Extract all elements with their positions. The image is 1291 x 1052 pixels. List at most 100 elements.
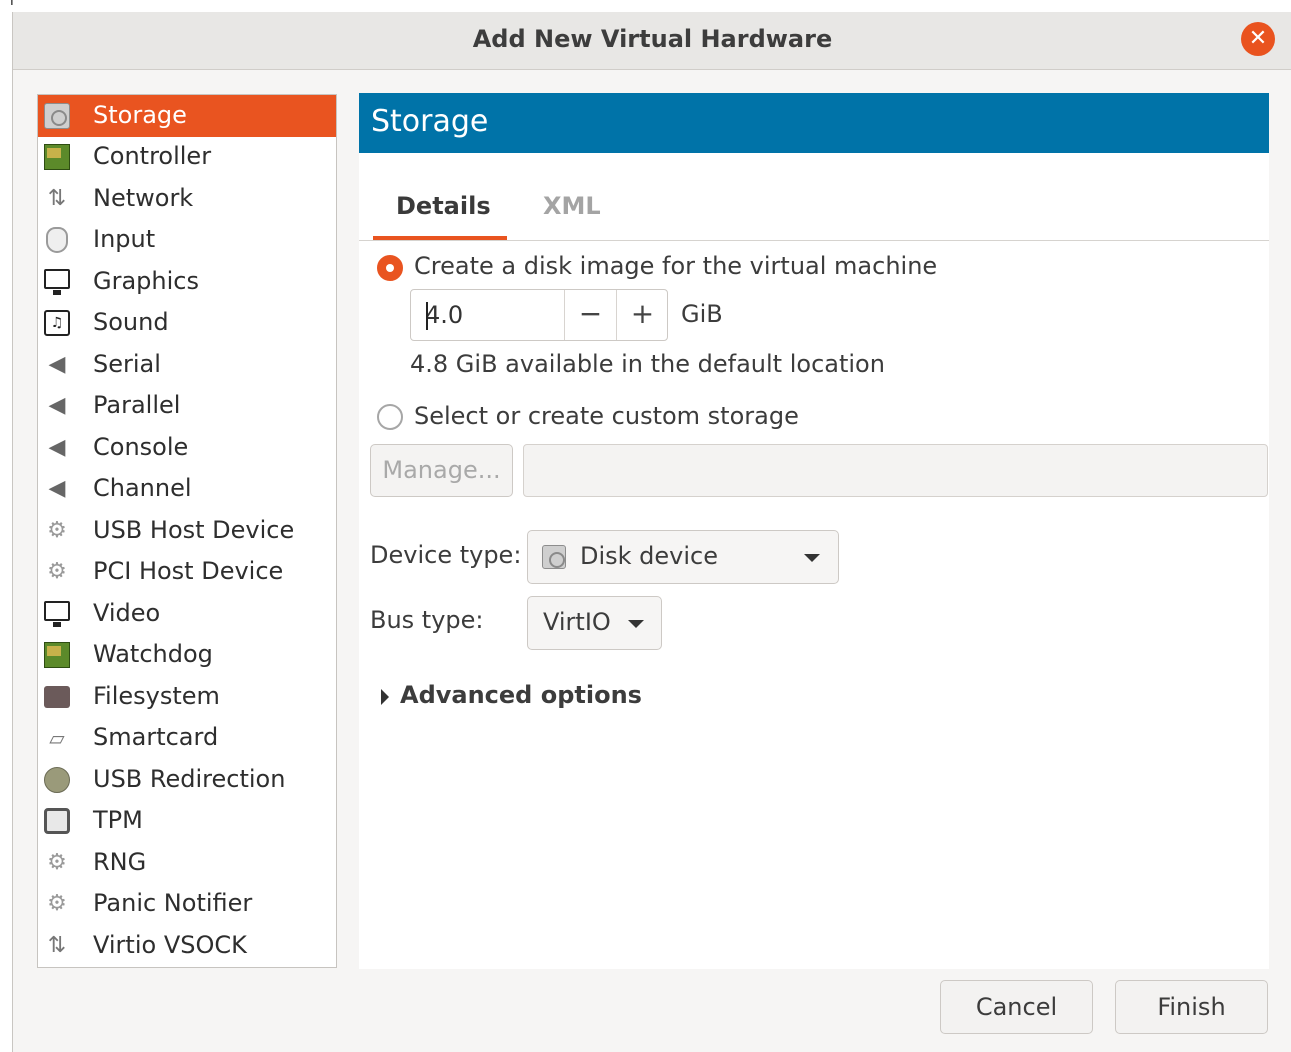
sidebar-item-label: USB Redirection <box>93 765 286 793</box>
device-type-select[interactable]: Disk device <box>527 530 839 584</box>
title-bar: Add New Virtual Hardware ✕ <box>13 12 1291 70</box>
sidebar-item-input[interactable]: Input <box>38 219 336 261</box>
custom-storage-radio[interactable] <box>377 404 403 430</box>
sidebar-item-label: Sound <box>93 308 169 336</box>
sidebar-item-label: TPM <box>93 806 143 834</box>
sidebar-item-graphics[interactable]: Graphics <box>38 261 336 303</box>
sidebar-item-label: Console <box>93 433 189 461</box>
sidebar-item-label: Input <box>93 225 156 253</box>
hard-disk-icon <box>542 545 566 569</box>
monitor-icon <box>44 269 70 295</box>
gears-icon: ⚙ <box>47 891 67 916</box>
network-icon: ⇅ <box>47 933 67 958</box>
sidebar-item-label: Serial <box>93 350 161 378</box>
disk-size-spinner[interactable]: 4.0 − + <box>410 289 668 341</box>
sidebar-item-serial[interactable]: ◀ Serial <box>38 344 336 386</box>
sidebar-item-label: Filesystem <box>93 682 220 710</box>
expander-arrow-icon[interactable] <box>381 689 389 705</box>
sidebar-item-label: Smartcard <box>93 723 219 751</box>
sidebar-item-label: RNG <box>93 848 147 876</box>
hardware-list[interactable]: Storage Controller ⇅ Network Input Graph… <box>37 94 337 968</box>
section-header: Storage <box>359 93 1269 153</box>
storage-path-input[interactable] <box>523 444 1268 497</box>
add-hardware-dialog: Add New Virtual Hardware ✕ Storage Contr… <box>12 12 1291 1052</box>
cancel-button[interactable]: Cancel <box>940 980 1093 1034</box>
sidebar-item-label: Graphics <box>93 267 199 295</box>
increment-button[interactable]: + <box>616 290 668 340</box>
usb-icon <box>44 767 70 793</box>
text-cursor <box>426 302 428 330</box>
sidebar-item-smartcard[interactable]: ▱ Smartcard <box>38 717 336 759</box>
sidebar-item-video[interactable]: Video <box>38 593 336 635</box>
bus-type-value: VirtIO <box>543 608 611 636</box>
desktop-glyph: ˦ <box>4 0 15 11</box>
sidebar-item-filesystem[interactable]: Filesystem <box>38 676 336 718</box>
gears-icon: ⚙ <box>47 518 67 543</box>
gears-icon: ⚙ <box>47 559 67 584</box>
section-title: Storage <box>371 104 489 139</box>
create-disk-label: Create a disk image for the virtual mach… <box>414 252 938 280</box>
sidebar-item-network[interactable]: ⇅ Network <box>38 178 336 220</box>
sidebar-item-label: Panic Notifier <box>93 889 253 917</box>
sidebar-item-tpm[interactable]: TPM <box>38 800 336 842</box>
sidebar-item-channel[interactable]: ◀ Channel <box>38 468 336 510</box>
sidebar-item-usb-host-device[interactable]: ⚙ USB Host Device <box>38 510 336 552</box>
pci-card-icon <box>44 144 70 170</box>
sidebar-item-label: Network <box>93 184 194 212</box>
window-title: Add New Virtual Hardware <box>472 25 833 53</box>
sidebar-item-rng[interactable]: ⚙ RNG <box>38 842 336 884</box>
gears-icon: ⚙ <box>47 850 67 875</box>
smartcard-icon: ▱ <box>49 726 65 750</box>
finish-button[interactable]: Finish <box>1115 980 1268 1034</box>
sidebar-item-parallel[interactable]: ◀ Parallel <box>38 385 336 427</box>
available-space-text: 4.8 GiB available in the default locatio… <box>410 350 885 378</box>
disk-size-value[interactable]: 4.0 <box>425 301 463 329</box>
sidebar-item-label: Watchdog <box>93 640 213 668</box>
size-unit-label: GiB <box>681 300 723 328</box>
console-port-icon: ◀ <box>48 435 66 460</box>
monitor-icon <box>44 601 70 627</box>
bus-type-label: Bus type: <box>370 606 484 634</box>
tab-details[interactable]: Details <box>396 192 491 220</box>
tab-xml[interactable]: XML <box>543 192 601 220</box>
sidebar-item-storage[interactable]: Storage <box>38 95 336 137</box>
sidebar-item-label: USB Host Device <box>93 516 295 544</box>
tab-divider <box>359 240 1269 241</box>
sidebar-item-label: Parallel <box>93 391 181 419</box>
chevron-down-icon <box>628 620 644 628</box>
channel-port-icon: ◀ <box>48 476 66 501</box>
sidebar-item-label: Virtio VSOCK <box>93 931 247 959</box>
sidebar-item-label: Storage <box>93 101 187 129</box>
sidebar-item-watchdog[interactable]: Watchdog <box>38 634 336 676</box>
pci-card-icon <box>44 642 70 668</box>
folder-icon <box>44 686 70 708</box>
close-button[interactable]: ✕ <box>1241 22 1275 56</box>
sidebar-item-sound[interactable]: ♫ Sound <box>38 302 336 344</box>
sound-icon: ♫ <box>44 310 70 336</box>
sidebar-item-label: Video <box>93 599 161 627</box>
sidebar-item-pci-host-device[interactable]: ⚙ PCI Host Device <box>38 551 336 593</box>
sidebar-item-usb-redirection[interactable]: USB Redirection <box>38 759 336 801</box>
mouse-icon <box>46 227 68 253</box>
create-disk-radio[interactable] <box>377 255 403 281</box>
decrement-button[interactable]: − <box>564 290 616 340</box>
sidebar-item-label: Channel <box>93 474 192 502</box>
desktop-background: ˦ <box>0 0 1291 12</box>
sidebar-item-panic-notifier[interactable]: ⚙ Panic Notifier <box>38 883 336 925</box>
sidebar-item-console[interactable]: ◀ Console <box>38 427 336 469</box>
sidebar-item-label: PCI Host Device <box>93 557 284 585</box>
sidebar-item-controller[interactable]: Controller <box>38 136 336 178</box>
manage-button[interactable]: Manage... <box>370 444 513 497</box>
parallel-port-icon: ◀ <box>48 393 66 418</box>
chevron-down-icon <box>804 554 820 562</box>
custom-storage-label: Select or create custom storage <box>414 402 799 430</box>
advanced-options-expander[interactable]: Advanced options <box>400 681 642 709</box>
chip-icon <box>44 808 70 834</box>
close-icon: ✕ <box>1248 26 1268 51</box>
hard-disk-icon <box>44 103 70 129</box>
sidebar-item-virtio-vsock[interactable]: ⇅ Virtio VSOCK <box>38 925 336 967</box>
bus-type-select[interactable]: VirtIO <box>527 596 662 650</box>
serial-port-icon: ◀ <box>48 352 66 377</box>
device-type-label: Device type: <box>370 541 522 569</box>
sidebar-item-label: Controller <box>93 142 212 170</box>
